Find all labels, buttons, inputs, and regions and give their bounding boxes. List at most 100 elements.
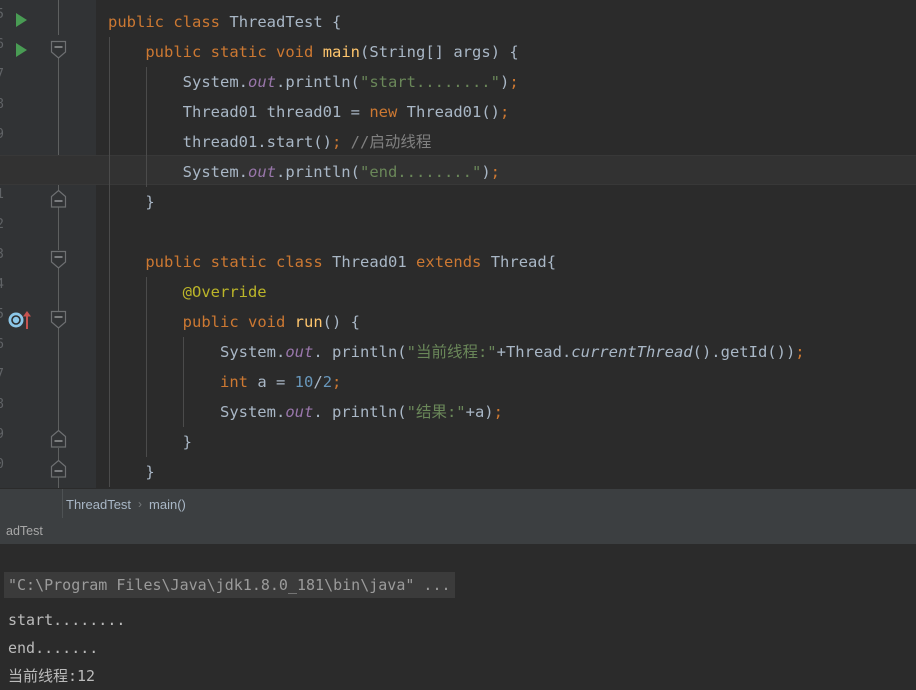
overriding-method-icon[interactable] [8, 310, 34, 330]
code-token: out [285, 343, 314, 361]
code-token: () { [322, 313, 360, 331]
code-token: . println( [313, 343, 407, 361]
breadcrumb[interactable]: ThreadTest › main() [0, 488, 916, 519]
line-number: 7 [0, 67, 4, 82]
console-output-line: start........ [8, 611, 126, 629]
code-token: { [322, 13, 342, 31]
code-token: ; [493, 403, 503, 421]
fold-end-icon[interactable] [49, 429, 67, 451]
breadcrumb-gutter-pad [0, 489, 63, 519]
line-number: 19 [0, 427, 4, 442]
code-line[interactable]: int a = 10/2; [108, 367, 341, 397]
ide-window: 56789101112131415161718192021 public cla… [0, 0, 916, 690]
code-line[interactable]: } [108, 187, 154, 217]
code-line[interactable]: } [108, 457, 154, 487]
code-token: "start........" [359, 73, 500, 91]
code-token: +a) [465, 403, 494, 421]
line-number: 6 [0, 37, 4, 52]
code-line[interactable]: public static void main(String[] args) { [108, 37, 519, 67]
code-token: System. [108, 73, 248, 91]
breadcrumb-item-method[interactable]: main() [149, 497, 186, 512]
fold-collapse-icon[interactable] [49, 249, 67, 271]
code-token: ) [499, 73, 510, 91]
console-output[interactable]: "C:\Program Files\Java\jdk1.8.0_181\bin\… [0, 544, 916, 690]
code-token: ; [795, 343, 805, 361]
editor-gutter[interactable]: 56789101112131415161718192021 [0, 0, 96, 488]
code-line[interactable]: @Override [108, 277, 267, 307]
code-token: Thread [490, 253, 547, 271]
code-token: main [322, 43, 361, 61]
code-token: int [219, 373, 248, 391]
run-tab-threadtest[interactable]: adTest [0, 518, 49, 544]
code-token: System. [108, 163, 248, 181]
code-line[interactable]: System.out. println("结果:"+a); [108, 397, 503, 427]
code-token: class [276, 253, 323, 271]
code-token: ; [332, 373, 342, 391]
code-token: Thread01() [397, 103, 500, 121]
code-token: ().getId()) [692, 343, 796, 361]
code-line[interactable]: Thread01 thread01 = new Thread01(); [108, 97, 510, 127]
code-token: currentThread [571, 343, 693, 361]
code-token: new [369, 103, 398, 121]
line-number: 8 [0, 97, 4, 112]
run-tab-bar[interactable]: adTest [0, 518, 916, 545]
code-token: static [210, 253, 267, 271]
code-token: ; [509, 73, 519, 91]
code-token: ) [481, 163, 491, 181]
code-token: thread01.start() [108, 133, 332, 151]
code-token: public [145, 43, 202, 61]
fold-collapse-icon[interactable] [49, 39, 67, 61]
code-token: out [285, 403, 314, 421]
code-token: Thread01 [332, 253, 407, 271]
line-number: 11 [0, 187, 4, 202]
code-token: ; [331, 133, 342, 151]
code-token: void [276, 43, 314, 61]
code-token: System. [108, 403, 286, 421]
code-line[interactable]: public void run() { [108, 307, 360, 337]
code-line[interactable]: System.out.println("end........"); [108, 157, 500, 187]
run-class-icon[interactable] [16, 13, 27, 27]
line-number: 16 [0, 337, 4, 352]
fold-rail [58, 0, 59, 35]
code-editor[interactable]: 56789101112131415161718192021 public cla… [0, 0, 916, 488]
code-token: out [247, 163, 276, 181]
code-line[interactable]: System.out. println("当前线程:"+Thread.curre… [108, 337, 805, 367]
code-token: "当前线程:" [406, 343, 497, 361]
run-main-method-icon[interactable] [16, 43, 27, 57]
code-token: extends [416, 253, 482, 271]
code-token: / [313, 373, 323, 391]
code-token: ) { [490, 43, 519, 61]
code-token: void [248, 313, 286, 331]
fold-end-icon[interactable] [49, 459, 67, 481]
code-token: run [294, 313, 323, 331]
code-line[interactable]: public static class Thread01 extends Thr… [108, 247, 556, 277]
fold-end-icon[interactable] [49, 189, 67, 211]
code-token: System. [108, 343, 286, 361]
code-content[interactable]: public class ThreadTest { public static … [0, 0, 916, 488]
code-line[interactable]: public class ThreadTest { [108, 7, 341, 37]
breadcrumb-separator-icon: › [138, 497, 143, 511]
line-number: 5 [0, 7, 4, 22]
code-line[interactable]: } [108, 427, 192, 457]
code-token: ( [360, 43, 370, 61]
code-line[interactable]: thread01.start(); //启动线程 [108, 127, 432, 157]
code-line[interactable]: System.out.println("start........"); [108, 67, 519, 97]
code-token: public [182, 313, 239, 331]
code-token: +Thread. [496, 343, 572, 361]
code-token: public [145, 253, 202, 271]
fold-collapse-icon[interactable] [49, 309, 67, 331]
code-token: public [108, 13, 164, 31]
code-token: . println( [313, 403, 407, 421]
breadcrumb-item-class[interactable]: ThreadTest [66, 497, 131, 512]
